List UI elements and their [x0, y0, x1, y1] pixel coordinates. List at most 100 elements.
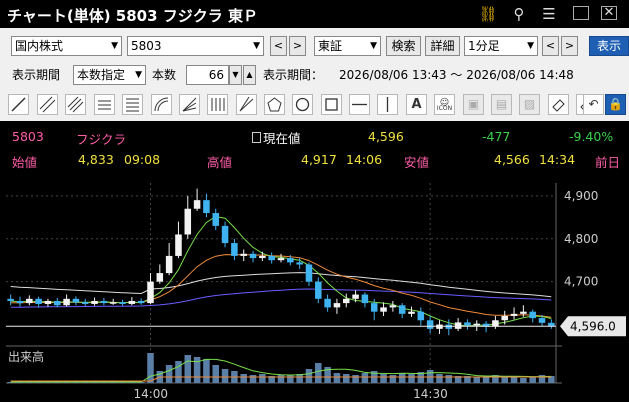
candle-body — [473, 323, 481, 326]
candle-body — [147, 281, 154, 304]
display-button[interactable]: 表示 — [589, 36, 629, 56]
volume-bar — [352, 375, 359, 383]
candle-body — [259, 255, 266, 259]
count-label: 本数 — [152, 68, 177, 82]
detail-button[interactable]: 詳細 — [425, 36, 460, 56]
candle-body — [464, 322, 471, 326]
volume-bar — [240, 374, 247, 383]
candle-body — [35, 298, 42, 304]
x-tick-label: 14:00 — [133, 387, 168, 401]
horizontal-lines-icon[interactable] — [94, 94, 115, 115]
period-mode-value: 本数指定 — [77, 68, 126, 82]
candle-body — [193, 200, 201, 209]
code-select[interactable]: 5803 ▼ — [127, 36, 264, 56]
volume-bar — [408, 374, 415, 383]
candle-body — [305, 264, 313, 282]
count-input[interactable]: 66 — [186, 65, 229, 85]
price-chart[interactable]: 4,700 4,800 4,900 14:00 14:30 4,596.0 出来高 — [0, 183, 629, 402]
prev-symbol-button[interactable]: < — [270, 36, 287, 56]
candle-body — [333, 303, 341, 308]
volume-bar — [277, 375, 285, 383]
control-panel: 国内株式 ▼ 5803 ▼ < > 東証 ▼ 検索 詳細 1分足 ▼ < > 表… — [0, 28, 629, 121]
paint-icon[interactable]: ▨ — [519, 94, 540, 115]
channel-tool-icon[interactable] — [37, 94, 58, 115]
eraser-icon[interactable] — [548, 94, 569, 115]
fan-icon[interactable] — [179, 94, 200, 115]
circle-icon[interactable] — [292, 94, 313, 115]
close-icon[interactable]: ✕ — [601, 6, 617, 20]
volume-bar — [175, 361, 182, 383]
window-titlebar: チャート(単体) 5803 フジクラ 東Ｐ ⛓ ⚲ ☰ ✕ — [0, 0, 629, 28]
current-price-value: 4,596 — [368, 129, 404, 144]
volume-bar — [398, 373, 406, 383]
volume-bar — [389, 375, 397, 383]
vlines-icon[interactable] — [207, 94, 228, 115]
stock-name: フジクラ — [76, 132, 127, 147]
candle-body — [165, 255, 173, 274]
candle-body — [175, 234, 182, 256]
undo-icon[interactable]: ↶ — [583, 94, 604, 115]
copy-icon[interactable]: ▣ — [463, 94, 484, 115]
parallel-tool-icon[interactable] — [65, 94, 86, 115]
y-tick-label: 4,800 — [564, 232, 598, 246]
prev-close-label: 前日 — [595, 155, 621, 170]
icon-tool-label: ICON — [436, 105, 453, 112]
next-period-button[interactable]: > — [561, 36, 578, 56]
fibonacci-arc-icon[interactable] — [151, 94, 172, 115]
interval-select[interactable]: 1分足 ▼ — [464, 36, 538, 56]
icon-tool-icon[interactable]: ☺ ICON — [434, 94, 455, 115]
paste-icon[interactable]: ▤ — [491, 94, 512, 115]
candle-body — [454, 322, 462, 329]
restore-icon[interactable] — [573, 6, 589, 20]
volume-bar — [445, 375, 453, 383]
window-title: チャート(単体) 5803 フジクラ 東Ｐ — [7, 7, 258, 25]
lock-icon[interactable]: 🔒 — [605, 94, 626, 115]
count-spin-down[interactable]: ▼ — [229, 65, 242, 85]
chevron-down-icon: ▼ — [370, 41, 377, 51]
period-mode-select[interactable]: 本数指定 ▼ — [73, 65, 146, 85]
volume-bar — [380, 374, 387, 383]
volume-bar — [473, 377, 481, 383]
text-tool-icon[interactable]: A — [406, 94, 427, 115]
exchange-select[interactable]: 東証 ▼ — [314, 36, 381, 56]
open-value: 4,833 — [78, 152, 114, 167]
candle-body — [287, 258, 294, 263]
angle-icon[interactable] — [236, 94, 257, 115]
candle-body — [7, 298, 14, 301]
vline-icon[interactable] — [377, 94, 398, 115]
period-label: 表示期間 — [12, 68, 61, 82]
high-label: 高値 — [207, 155, 233, 170]
search-button[interactable]: 検索 — [386, 36, 421, 56]
pentagon-icon[interactable] — [264, 94, 285, 115]
hline-icon[interactable] — [349, 94, 370, 115]
candle-body — [417, 311, 425, 321]
candle-body — [520, 311, 527, 314]
volume-bar — [315, 363, 322, 383]
search-icon[interactable]: ⚲ — [508, 3, 530, 25]
volume-bar — [165, 365, 173, 383]
candle-body — [128, 300, 136, 304]
volume-bar — [361, 373, 369, 383]
candle-body — [380, 307, 387, 312]
candle-body — [352, 294, 359, 299]
next-symbol-button[interactable]: > — [289, 36, 306, 56]
interval-select-value: 1分足 — [468, 39, 500, 53]
volume-bar — [333, 373, 341, 383]
rectangle-icon[interactable] — [321, 94, 342, 115]
range-label: 表示期間： — [263, 68, 324, 82]
link-icon[interactable]: ⛓ — [477, 3, 499, 25]
low-label: 安値 — [404, 155, 430, 170]
candle-body — [156, 273, 164, 282]
candle-body — [268, 255, 275, 261]
trendline-tool-icon[interactable] — [8, 94, 29, 115]
prev-period-button[interactable]: < — [542, 36, 559, 56]
candle-body — [426, 320, 434, 329]
candle-body — [184, 208, 192, 235]
price-change-pct: -9.40% — [569, 129, 614, 144]
menu-icon[interactable]: ☰ — [538, 3, 560, 25]
market-select[interactable]: 国内株式 ▼ — [11, 36, 122, 56]
count-spin-up[interactable]: ▲ — [243, 65, 256, 85]
hlines-icon[interactable] — [122, 94, 143, 115]
candle-body — [342, 298, 350, 304]
low-time: 14:34 — [539, 152, 576, 167]
